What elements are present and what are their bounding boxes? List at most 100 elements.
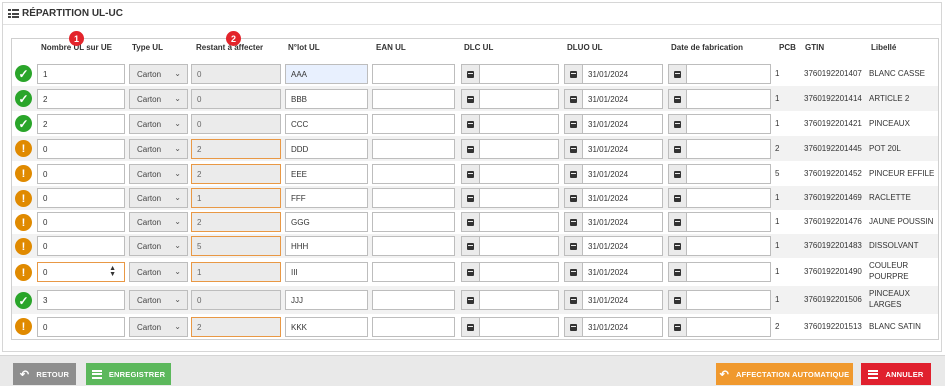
nlot-input[interactable]: HHH xyxy=(285,236,368,256)
nombre-ul-input[interactable]: 0 xyxy=(37,188,125,208)
nlot-input[interactable]: GGG xyxy=(285,212,368,232)
date-fab-calendar-button[interactable] xyxy=(668,114,687,134)
nlot-input[interactable]: EEE xyxy=(285,164,368,184)
dluo-input[interactable]: 31/01/2024 xyxy=(582,164,663,184)
dluo-input[interactable]: 31/01/2024 xyxy=(582,188,663,208)
date-fab-input[interactable] xyxy=(686,236,771,256)
dluo-calendar-button[interactable] xyxy=(564,317,583,337)
type-ul-select[interactable]: Carton ⌄ xyxy=(129,64,188,84)
dlc-input[interactable] xyxy=(479,139,559,159)
ean-input[interactable] xyxy=(372,64,455,84)
dlc-calendar-button[interactable] xyxy=(461,290,480,310)
dlc-input[interactable] xyxy=(479,262,559,282)
dluo-calendar-button[interactable] xyxy=(564,290,583,310)
dlc-input[interactable] xyxy=(479,89,559,109)
nombre-ul-input[interactable]: 2 xyxy=(37,114,125,134)
date-fab-calendar-button[interactable] xyxy=(668,89,687,109)
annuler-button[interactable]: ANNULER xyxy=(861,363,931,385)
ean-input[interactable] xyxy=(372,290,455,310)
dluo-input[interactable]: 31/01/2024 xyxy=(582,139,663,159)
nombre-ul-input[interactable]: 0 xyxy=(37,139,125,159)
date-fab-calendar-button[interactable] xyxy=(668,164,687,184)
dlc-input[interactable] xyxy=(479,236,559,256)
type-ul-select[interactable]: Carton ⌄ xyxy=(129,164,188,184)
dlc-calendar-button[interactable] xyxy=(461,212,480,232)
dlc-calendar-button[interactable] xyxy=(461,89,480,109)
type-ul-select[interactable]: Carton ⌄ xyxy=(129,89,188,109)
type-ul-select[interactable]: Carton ⌄ xyxy=(129,114,188,134)
dluo-calendar-button[interactable] xyxy=(564,89,583,109)
dluo-input[interactable]: 31/01/2024 xyxy=(582,290,663,310)
nombre-ul-input[interactable]: 0 xyxy=(37,212,125,232)
date-fab-input[interactable] xyxy=(686,290,771,310)
date-fab-calendar-button[interactable] xyxy=(668,317,687,337)
dlc-input[interactable] xyxy=(479,317,559,337)
dluo-input[interactable]: 31/01/2024 xyxy=(582,64,663,84)
nlot-input[interactable]: III xyxy=(285,262,368,282)
dlc-input[interactable] xyxy=(479,164,559,184)
nombre-ul-input[interactable]: 2 xyxy=(37,89,125,109)
type-ul-select[interactable]: Carton ⌄ xyxy=(129,290,188,310)
ean-input[interactable] xyxy=(372,139,455,159)
dlc-calendar-button[interactable] xyxy=(461,139,480,159)
dlc-calendar-button[interactable] xyxy=(461,64,480,84)
nlot-input[interactable]: CCC xyxy=(285,114,368,134)
nombre-ul-input[interactable]: 3 xyxy=(37,290,125,310)
ean-input[interactable] xyxy=(372,262,455,282)
ean-input[interactable] xyxy=(372,188,455,208)
nombre-ul-input[interactable]: 0 ▲ ▼ xyxy=(37,262,125,282)
dlc-calendar-button[interactable] xyxy=(461,164,480,184)
nombre-ul-input[interactable]: 0 xyxy=(37,317,125,337)
date-fab-input[interactable] xyxy=(686,114,771,134)
enregistrer-button[interactable]: ENREGISTRER xyxy=(86,363,171,385)
date-fab-calendar-button[interactable] xyxy=(668,188,687,208)
dluo-calendar-button[interactable] xyxy=(564,236,583,256)
dlc-calendar-button[interactable] xyxy=(461,114,480,134)
dluo-calendar-button[interactable] xyxy=(564,262,583,282)
dluo-input[interactable]: 31/01/2024 xyxy=(582,114,663,134)
nombre-ul-input[interactable]: 0 xyxy=(37,236,125,256)
type-ul-select[interactable]: Carton ⌄ xyxy=(129,212,188,232)
dluo-input[interactable]: 31/01/2024 xyxy=(582,212,663,232)
dlc-input[interactable] xyxy=(479,114,559,134)
nlot-input[interactable]: KKK xyxy=(285,317,368,337)
ean-input[interactable] xyxy=(372,236,455,256)
dlc-calendar-button[interactable] xyxy=(461,262,480,282)
date-fab-input[interactable] xyxy=(686,64,771,84)
dluo-input[interactable]: 31/01/2024 xyxy=(582,236,663,256)
dlc-calendar-button[interactable] xyxy=(461,236,480,256)
dlc-calendar-button[interactable] xyxy=(461,317,480,337)
type-ul-select[interactable]: Carton ⌄ xyxy=(129,236,188,256)
date-fab-input[interactable] xyxy=(686,262,771,282)
date-fab-calendar-button[interactable] xyxy=(668,236,687,256)
date-fab-calendar-button[interactable] xyxy=(668,212,687,232)
dluo-input[interactable]: 31/01/2024 xyxy=(582,317,663,337)
type-ul-select[interactable]: Carton ⌄ xyxy=(129,262,188,282)
type-ul-select[interactable]: Carton ⌄ xyxy=(129,139,188,159)
date-fab-input[interactable] xyxy=(686,188,771,208)
nlot-input[interactable]: FFF xyxy=(285,188,368,208)
ean-input[interactable] xyxy=(372,114,455,134)
date-fab-calendar-button[interactable] xyxy=(668,64,687,84)
dluo-calendar-button[interactable] xyxy=(564,64,583,84)
dlc-input[interactable] xyxy=(479,290,559,310)
ean-input[interactable] xyxy=(372,89,455,109)
nlot-input[interactable]: JJJ xyxy=(285,290,368,310)
dluo-calendar-button[interactable] xyxy=(564,139,583,159)
retour-button[interactable]: ↶ RETOUR xyxy=(13,363,76,385)
date-fab-calendar-button[interactable] xyxy=(668,262,687,282)
ean-input[interactable] xyxy=(372,317,455,337)
dlc-input[interactable] xyxy=(479,64,559,84)
dlc-input[interactable] xyxy=(479,188,559,208)
dluo-calendar-button[interactable] xyxy=(564,212,583,232)
date-fab-calendar-button[interactable] xyxy=(668,139,687,159)
dluo-input[interactable]: 31/01/2024 xyxy=(582,262,663,282)
dluo-calendar-button[interactable] xyxy=(564,188,583,208)
date-fab-input[interactable] xyxy=(686,139,771,159)
nlot-input[interactable]: AAA xyxy=(285,64,368,84)
ean-input[interactable] xyxy=(372,212,455,232)
dluo-calendar-button[interactable] xyxy=(564,164,583,184)
date-fab-input[interactable] xyxy=(686,164,771,184)
dlc-calendar-button[interactable] xyxy=(461,188,480,208)
nombre-ul-input[interactable]: 1 xyxy=(37,64,125,84)
